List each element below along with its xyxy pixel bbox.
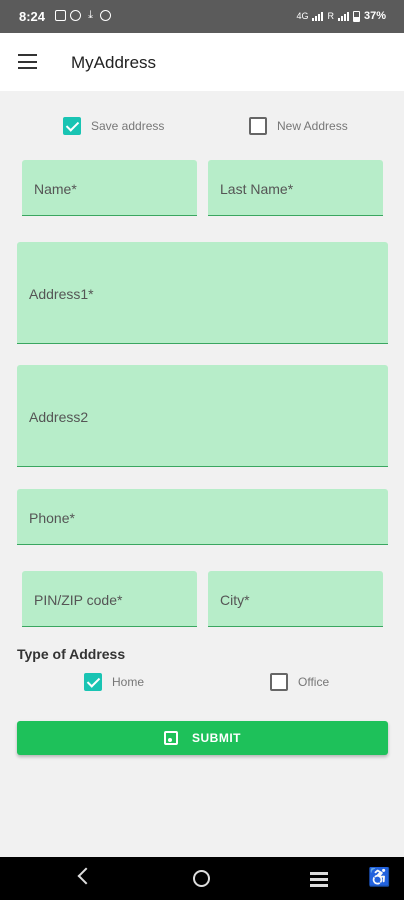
system-nav-bar: ♿ <box>0 857 404 900</box>
city-field[interactable]: City* <box>208 571 383 627</box>
battery-icon <box>352 10 360 22</box>
status-time: 8:24 <box>19 9 46 24</box>
save-icon <box>164 731 178 745</box>
pin-zip-field[interactable]: PIN/ZIP code* <box>22 571 197 627</box>
signal-icon <box>312 11 324 21</box>
home-label: Home <box>112 675 145 689</box>
home-checkbox[interactable] <box>84 673 102 691</box>
new-address-label: New Address <box>277 119 348 133</box>
address1-placeholder: Address1* <box>29 286 94 302</box>
menu-icon[interactable] <box>18 54 37 69</box>
submit-button[interactable]: SUBMIT <box>17 721 388 755</box>
save-address-option[interactable]: Save address <box>63 117 164 135</box>
city-placeholder: City* <box>220 592 250 608</box>
new-address-checkbox[interactable] <box>249 117 267 135</box>
accessibility-icon[interactable]: ♿ <box>368 868 390 886</box>
network-type-label: 4G <box>296 11 309 21</box>
phone-field[interactable]: Phone* <box>17 489 388 545</box>
battery-percent: 37% <box>363 10 386 22</box>
back-icon[interactable] <box>77 867 95 885</box>
message-icon <box>55 10 66 21</box>
address2-field[interactable]: Address2 <box>17 365 388 467</box>
recent-apps-icon[interactable] <box>310 872 328 890</box>
home-icon[interactable] <box>193 870 210 887</box>
system-status: 4G R 37% <box>296 10 386 22</box>
office-checkbox[interactable] <box>270 673 288 691</box>
page-title: MyAddress <box>71 53 157 72</box>
name-field[interactable]: Name* <box>22 160 197 216</box>
address2-placeholder: Address2 <box>29 409 89 425</box>
save-address-checkbox[interactable] <box>63 117 81 135</box>
office-option[interactable]: Office <box>270 673 329 691</box>
address1-field[interactable]: Address1* <box>17 242 388 344</box>
phone-placeholder: Phone* <box>29 510 75 526</box>
notification-icons: ⤓ <box>55 10 111 21</box>
roaming-label: R <box>327 11 334 21</box>
home-option[interactable]: Home <box>84 673 144 691</box>
last-name-field[interactable]: Last Name* <box>208 160 383 216</box>
instagram-icon <box>100 10 111 21</box>
status-bar: 8:24 ⤓ 4G R 37% <box>0 0 404 33</box>
address-type-heading: Type of Address <box>17 646 126 662</box>
new-address-option[interactable]: New Address <box>249 117 348 135</box>
pin-zip-placeholder: PIN/ZIP code* <box>34 592 123 608</box>
office-label: Office <box>298 675 330 689</box>
download-icon: ⤓ <box>88 9 93 21</box>
instagram-icon <box>70 10 81 21</box>
last-name-placeholder: Last Name* <box>220 181 294 197</box>
save-address-label: Save address <box>91 119 165 133</box>
name-placeholder: Name* <box>34 181 77 197</box>
signal-icon <box>337 11 349 21</box>
app-bar: MyAddress <box>0 33 404 91</box>
submit-label: SUBMIT <box>192 731 241 745</box>
